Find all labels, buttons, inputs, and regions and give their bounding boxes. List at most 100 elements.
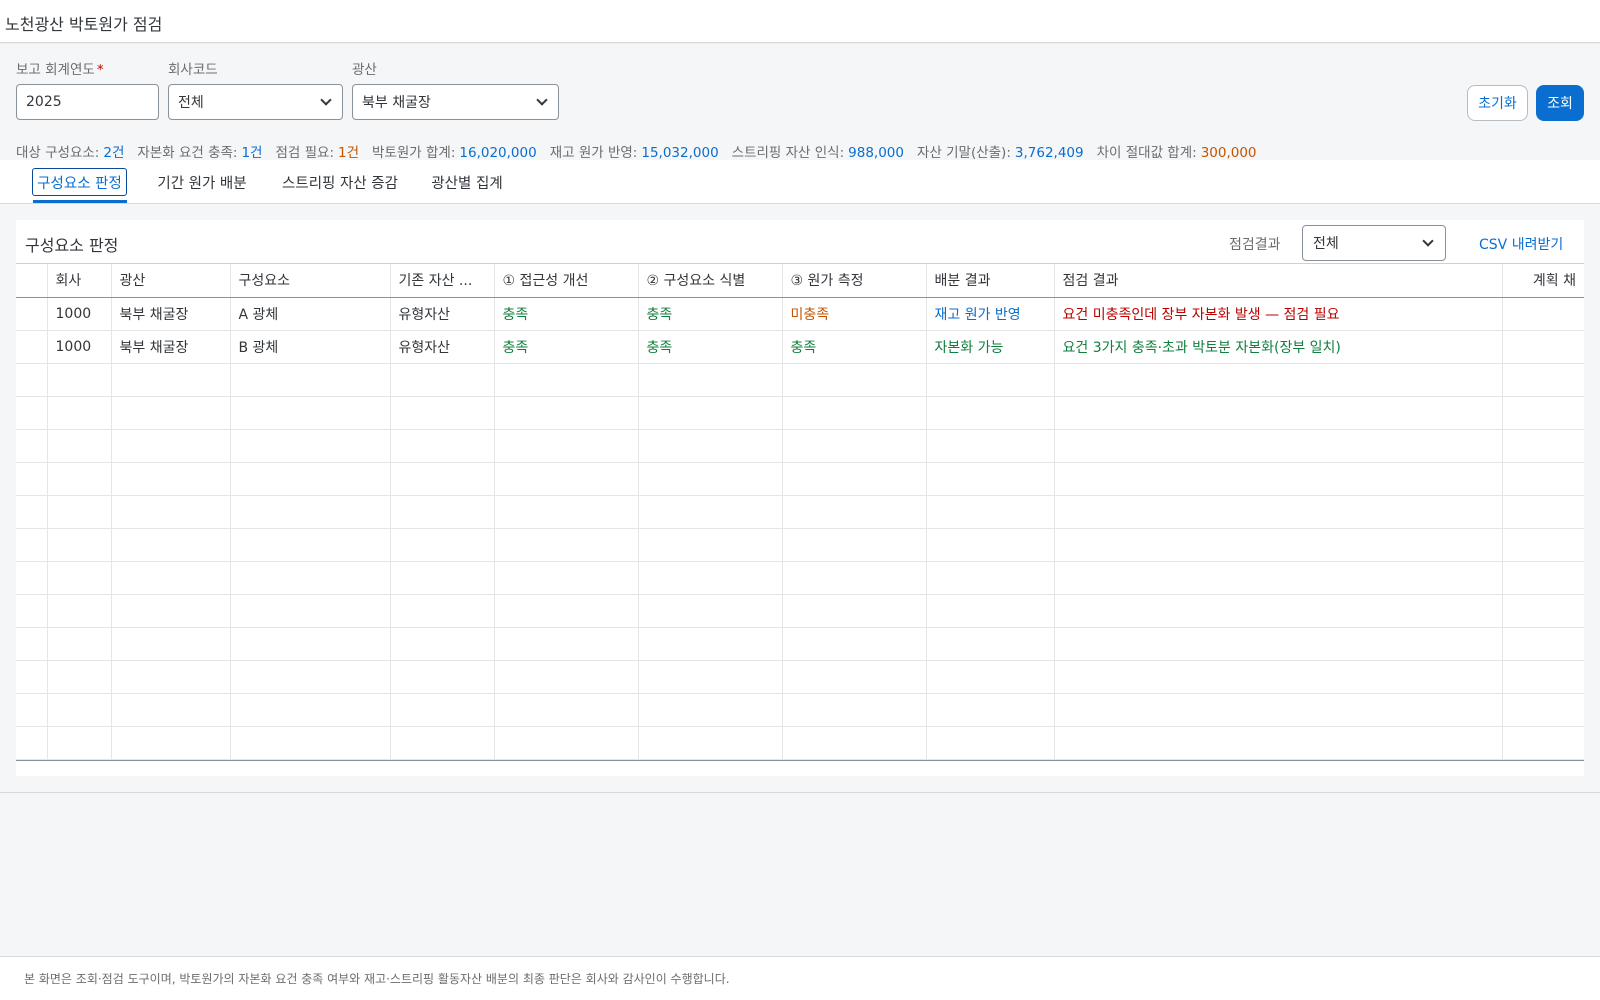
table-cell xyxy=(47,561,112,595)
table-cell xyxy=(16,627,48,661)
table-cell xyxy=(1502,429,1584,463)
table-cell xyxy=(638,693,783,727)
go-button[interactable]: 조회 xyxy=(1536,85,1584,121)
table-cell xyxy=(494,726,639,760)
table-cell xyxy=(230,627,391,661)
table-cell xyxy=(638,462,783,496)
table-cell xyxy=(494,594,639,628)
table-cell xyxy=(638,660,783,694)
table-cell xyxy=(16,561,48,595)
table-cell xyxy=(47,726,112,760)
empty-row xyxy=(16,693,1584,727)
active-tab-indicator xyxy=(33,200,127,203)
table-cell xyxy=(16,330,48,364)
column-header[interactable] xyxy=(16,264,48,298)
table-header-row: 회사 광산 구성요소 기존 자산 ... ① 접근성 개선 ② 구성요소 식별 ③ 원가 측… xyxy=(16,264,1584,298)
tab-component-judgement[interactable]: 구성요소 판정 xyxy=(32,168,127,196)
footer: 본 화면은 조회·점검 도구이며, 박토원가의 자본화 요건 충족 여부와 재고… xyxy=(0,956,1600,1000)
tab-mine-summary[interactable]: 광산별 집계 xyxy=(428,168,506,196)
table-cell xyxy=(111,627,231,661)
table-cell xyxy=(494,693,639,727)
table-cell xyxy=(111,396,231,430)
tab-bar: 구성요소 판정 기간 원가 배분 스트리핑 자산 증감 광산별 집계 xyxy=(0,160,1600,204)
table-cell xyxy=(1054,429,1503,463)
table-cell xyxy=(1054,396,1503,430)
column-header[interactable]: 구성요소 xyxy=(230,264,391,298)
year-label: 보고 회계연도 * xyxy=(16,62,104,78)
table-cell xyxy=(782,462,927,496)
table-cell xyxy=(926,429,1055,463)
table-cell: B 광체 xyxy=(230,330,391,364)
csv-download-link[interactable]: CSV 내려받기 xyxy=(1479,234,1563,254)
table-cell xyxy=(782,627,927,661)
table-cell: 북부 채굴장 xyxy=(111,330,231,364)
table-cell xyxy=(111,462,231,496)
table-cell xyxy=(782,561,927,595)
footer-note: 본 화면은 조회·점검 도구이며, 박토원가의 자본화 요건 충족 여부와 재고… xyxy=(24,972,730,986)
table-cell xyxy=(390,528,495,562)
table-cell xyxy=(16,528,48,562)
content-divider xyxy=(0,792,1600,793)
table-cell xyxy=(230,594,391,628)
table-cell: 충족 xyxy=(638,297,783,331)
required-mark: * xyxy=(96,62,104,78)
table-cell xyxy=(1054,363,1503,397)
tab-stripping-asset[interactable]: 스트리핑 자산 증감 xyxy=(278,168,402,196)
summary-item: 대상 구성요소: 2건 xyxy=(16,145,124,161)
table-cell xyxy=(47,528,112,562)
table-cell xyxy=(926,396,1055,430)
table-cell xyxy=(1502,660,1584,694)
company-select[interactable]: 전체 xyxy=(168,84,343,120)
table-cell xyxy=(638,726,783,760)
tab-period-allocation[interactable]: 기간 원가 배분 xyxy=(150,168,254,196)
table-cell xyxy=(638,396,783,430)
table-cell xyxy=(230,561,391,595)
table-cell xyxy=(1054,726,1503,760)
column-header[interactable]: 기존 자산 ... xyxy=(390,264,495,298)
summary-label: 점검 필요: xyxy=(275,145,335,161)
table-cell xyxy=(782,363,927,397)
summary-value: 15,032,000 xyxy=(641,145,719,161)
reset-button[interactable]: 초기화 xyxy=(1467,85,1528,121)
table-cell xyxy=(638,627,783,661)
table-cell xyxy=(16,594,48,628)
empty-row xyxy=(16,363,1584,397)
chevron-down-icon xyxy=(1422,234,1434,247)
summary-value: 3,762,409 xyxy=(1014,145,1084,161)
column-header[interactable]: 배분 결과 xyxy=(926,264,1055,298)
table-panel: 구성요소 판정 점검결과 전체 CSV 내려받기 회사 광산 구성요소 기존 자산 .… xyxy=(16,220,1584,776)
column-header[interactable]: ① 접근성 개선 xyxy=(494,264,639,298)
table-row[interactable]: 1000 북부 채굴장 A 광체 유형자산 충족 충족 미충족 재고 원가 반영 요건 미충족인… xyxy=(16,297,1584,331)
table-cell xyxy=(1054,693,1503,727)
table-cell xyxy=(494,627,639,661)
table-cell xyxy=(926,528,1055,562)
summary-value: 300,000 xyxy=(1200,145,1257,161)
table-row[interactable]: 1000 북부 채굴장 B 광체 유형자산 충족 충족 충족 자본화 가능 요건 3가지 충족·… xyxy=(16,330,1584,364)
empty-row xyxy=(16,429,1584,463)
year-input[interactable]: 2025 xyxy=(16,84,159,120)
summary-item: 자산 기말(산출): 3,762,409 xyxy=(917,145,1084,161)
table-cell: 충족 xyxy=(494,330,639,364)
mine-select[interactable]: 북부 채굴장 xyxy=(352,84,559,120)
empty-row xyxy=(16,660,1584,694)
summary-label: 자본화 요건 충족: xyxy=(137,145,238,161)
column-header[interactable]: 계획 채 xyxy=(1502,264,1584,298)
column-header[interactable]: 회사 xyxy=(47,264,112,298)
table-cell xyxy=(926,561,1055,595)
summary-label: 스트리핑 자산 인식: xyxy=(731,145,845,161)
table-cell xyxy=(926,495,1055,529)
column-header[interactable]: 점검 결과 xyxy=(1054,264,1503,298)
table-cell xyxy=(782,528,927,562)
column-header[interactable]: ③ 원가 측정 xyxy=(782,264,927,298)
table-cell xyxy=(494,495,639,529)
column-header[interactable]: 광산 xyxy=(111,264,231,298)
table-cell xyxy=(638,363,783,397)
table-cell xyxy=(16,429,48,463)
table-cell xyxy=(638,594,783,628)
summary-label: 대상 구성요소: xyxy=(16,145,100,161)
column-header[interactable]: ② 구성요소 식별 xyxy=(638,264,783,298)
table-cell xyxy=(1502,561,1584,595)
empty-row xyxy=(16,462,1584,496)
table-cell xyxy=(390,726,495,760)
result-filter-select[interactable]: 전체 xyxy=(1302,225,1446,261)
